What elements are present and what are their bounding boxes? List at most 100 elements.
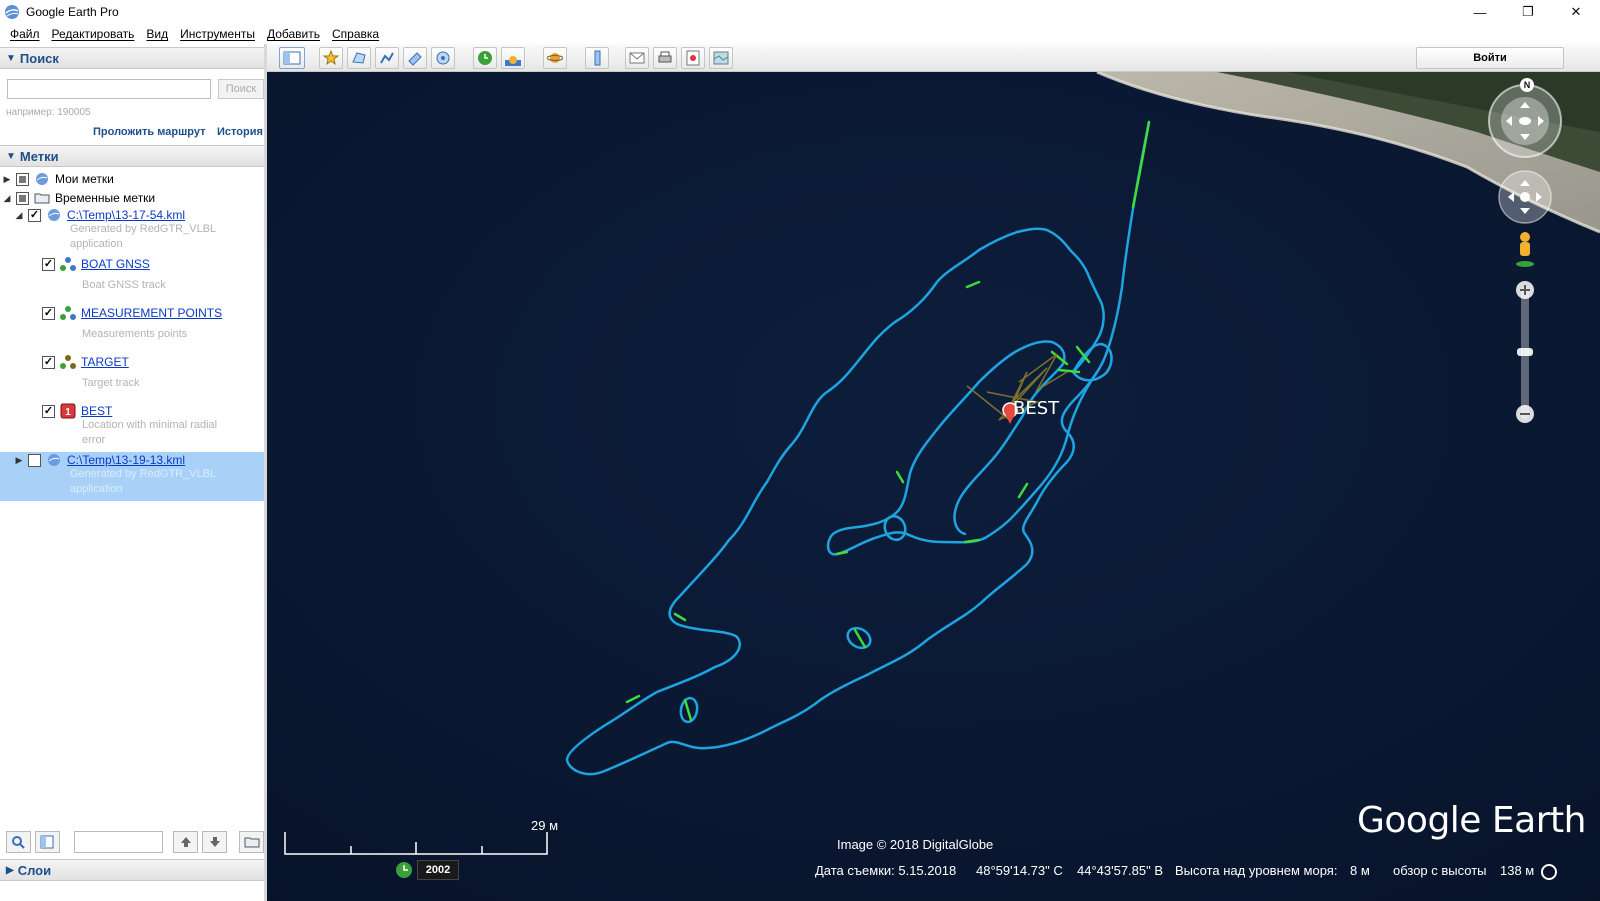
globe-icon — [45, 452, 63, 468]
menu-add[interactable]: Добавить — [261, 27, 326, 41]
ruler-button[interactable] — [585, 47, 609, 69]
google-earth-window: Google Earth Pro — ❐ ✕ Файл Редактироват… — [0, 0, 1600, 901]
email-button[interactable] — [625, 47, 649, 69]
eye-altitude-label: обзор с высоты — [1393, 863, 1487, 878]
search-places-button[interactable] — [6, 831, 31, 853]
move-up-button[interactable] — [173, 831, 199, 853]
tree-item-description: application — [70, 483, 123, 495]
tree-item-link[interactable]: BOAT GNSS — [81, 257, 150, 271]
layers-panel-header[interactable]: ▶ Слои — [0, 859, 264, 881]
search-button[interactable]: Поиск — [218, 79, 264, 99]
arrow-up-icon — [180, 837, 191, 847]
history-link[interactable]: История — [217, 126, 263, 138]
get-directions-link[interactable]: Проложить маршрут — [93, 126, 205, 138]
switch-planet-button[interactable] — [543, 47, 567, 69]
add-folder-button[interactable] — [239, 831, 265, 853]
tree-item-link[interactable]: MEASUREMENT POINTS — [81, 306, 222, 320]
sidebar: ▼ Поиск Поиск например: 190005 Проложить… — [0, 44, 267, 901]
checkbox-unchecked[interactable] — [28, 453, 41, 467]
map-view[interactable]: N BEST 29 м Image © 2018 DigitalGlobe Go… — [267, 72, 1600, 901]
look-control[interactable] — [1488, 84, 1562, 158]
tree-item-link[interactable]: C:\Temp\13-19-13.kml — [67, 453, 185, 467]
tree-item-description: Target track — [82, 377, 140, 389]
numbered-placemark-icon: 1 — [59, 403, 77, 419]
collapse-triangle-icon: ▼ — [6, 150, 16, 162]
tree-item-description: application — [70, 238, 123, 250]
checkbox-checked[interactable]: ✓ — [42, 404, 55, 418]
search-panel-header[interactable]: ▼ Поиск — [0, 47, 264, 69]
add-image-overlay-button[interactable] — [403, 47, 427, 69]
tree-item-my-places[interactable]: ▶ Мои метки — [2, 170, 114, 188]
best-placemark-label[interactable]: BEST — [1013, 398, 1059, 419]
sidebar-toggle-button[interactable] — [279, 47, 305, 69]
minimize-button[interactable]: — — [1456, 0, 1504, 24]
tree-item-label: Мои метки — [55, 172, 114, 186]
menu-tools[interactable]: Инструменты — [174, 27, 261, 41]
folder-icon — [244, 837, 260, 848]
collapse-arrow-icon[interactable]: ◢ — [2, 193, 12, 204]
checkbox-checked[interactable]: ✓ — [42, 257, 55, 271]
checkbox[interactable] — [16, 191, 29, 205]
sidebar-icon — [283, 51, 301, 65]
places-panel-header[interactable]: ▼ Метки — [0, 145, 264, 167]
path-icon — [380, 52, 394, 64]
expand-arrow-icon[interactable]: ▶ — [2, 174, 12, 185]
latitude-readout: 48°59'14.73" С — [976, 863, 1063, 878]
move-control[interactable] — [1498, 170, 1552, 224]
restore-button[interactable]: ❐ — [1504, 0, 1552, 24]
historical-clock-icon[interactable] — [395, 861, 413, 879]
tree-item-description: Generated by RedGTR_VLBL — [70, 468, 217, 480]
tree-item-measurement-points[interactable]: ✓ MEASUREMENT POINTS — [38, 304, 222, 322]
menu-edit[interactable]: Редактировать — [46, 27, 141, 41]
ruler-icon — [594, 50, 601, 66]
checkbox-checked[interactable]: ✓ — [42, 355, 55, 369]
tree-item-description: Measurements points — [82, 328, 188, 340]
view-in-maps-button[interactable] — [709, 47, 733, 69]
north-indicator[interactable]: N — [1520, 78, 1534, 92]
scale-label: 29 м — [531, 818, 559, 833]
elevation-value: 8 м — [1350, 863, 1370, 878]
checkbox[interactable] — [16, 172, 29, 186]
checkbox-checked[interactable]: ✓ — [28, 208, 41, 222]
longitude-readout: 44°43'57.85" В — [1077, 863, 1164, 878]
main-toolbar: Войти — [267, 44, 1600, 72]
window-title: Google Earth Pro — [26, 5, 119, 19]
sunlight-button[interactable] — [501, 47, 525, 69]
add-path-button[interactable] — [375, 47, 399, 69]
tree-item-label: Временные метки — [55, 191, 156, 205]
record-tour-button[interactable] — [431, 47, 455, 69]
places-filter-field[interactable] — [73, 831, 164, 853]
satellite-imagery — [267, 72, 1600, 901]
tree-item-link[interactable]: BEST — [81, 404, 112, 418]
tree-item-temp-places[interactable]: ◢ Временные метки — [2, 189, 156, 207]
google-earth-app-icon — [5, 5, 19, 19]
toggle-panel-button[interactable] — [34, 831, 60, 853]
search-hint: например: 190005 — [6, 107, 91, 118]
menu-help[interactable]: Справка — [326, 27, 385, 41]
save-image-button[interactable] — [681, 47, 705, 69]
tree-item-link[interactable]: TARGET — [81, 355, 129, 369]
clock-globe-icon — [478, 51, 492, 65]
menu-file[interactable]: Файл — [4, 27, 46, 41]
checkbox-checked[interactable]: ✓ — [42, 306, 55, 320]
tree-item-target[interactable]: ✓ TARGET — [38, 353, 129, 371]
tree-item-description: Boat GNSS track — [82, 279, 166, 291]
close-button[interactable]: ✕ — [1552, 0, 1600, 24]
print-button[interactable] — [653, 47, 677, 69]
save-image-icon — [686, 50, 700, 66]
historical-imagery-button[interactable] — [473, 47, 497, 69]
add-polygon-button[interactable] — [347, 47, 371, 69]
eye-altitude-value: 138 м — [1500, 863, 1535, 878]
add-placemark-button[interactable] — [319, 47, 343, 69]
imagery-year-badge[interactable]: 2002 — [417, 860, 459, 880]
expand-arrow-icon[interactable]: ▶ — [14, 455, 24, 466]
tree-item-link[interactable]: C:\Temp\13-17-54.kml — [67, 208, 185, 222]
magnifier-icon — [12, 836, 26, 849]
move-down-button[interactable] — [202, 831, 228, 853]
collapse-arrow-icon[interactable]: ◢ — [14, 210, 24, 221]
search-input[interactable] — [7, 79, 211, 99]
menu-view[interactable]: Вид — [140, 27, 174, 41]
sign-in-button[interactable]: Войти — [1416, 47, 1564, 69]
tree-item-boat-gnss[interactable]: ✓ BOAT GNSS — [38, 255, 150, 273]
tree-item-description: error — [82, 434, 106, 446]
